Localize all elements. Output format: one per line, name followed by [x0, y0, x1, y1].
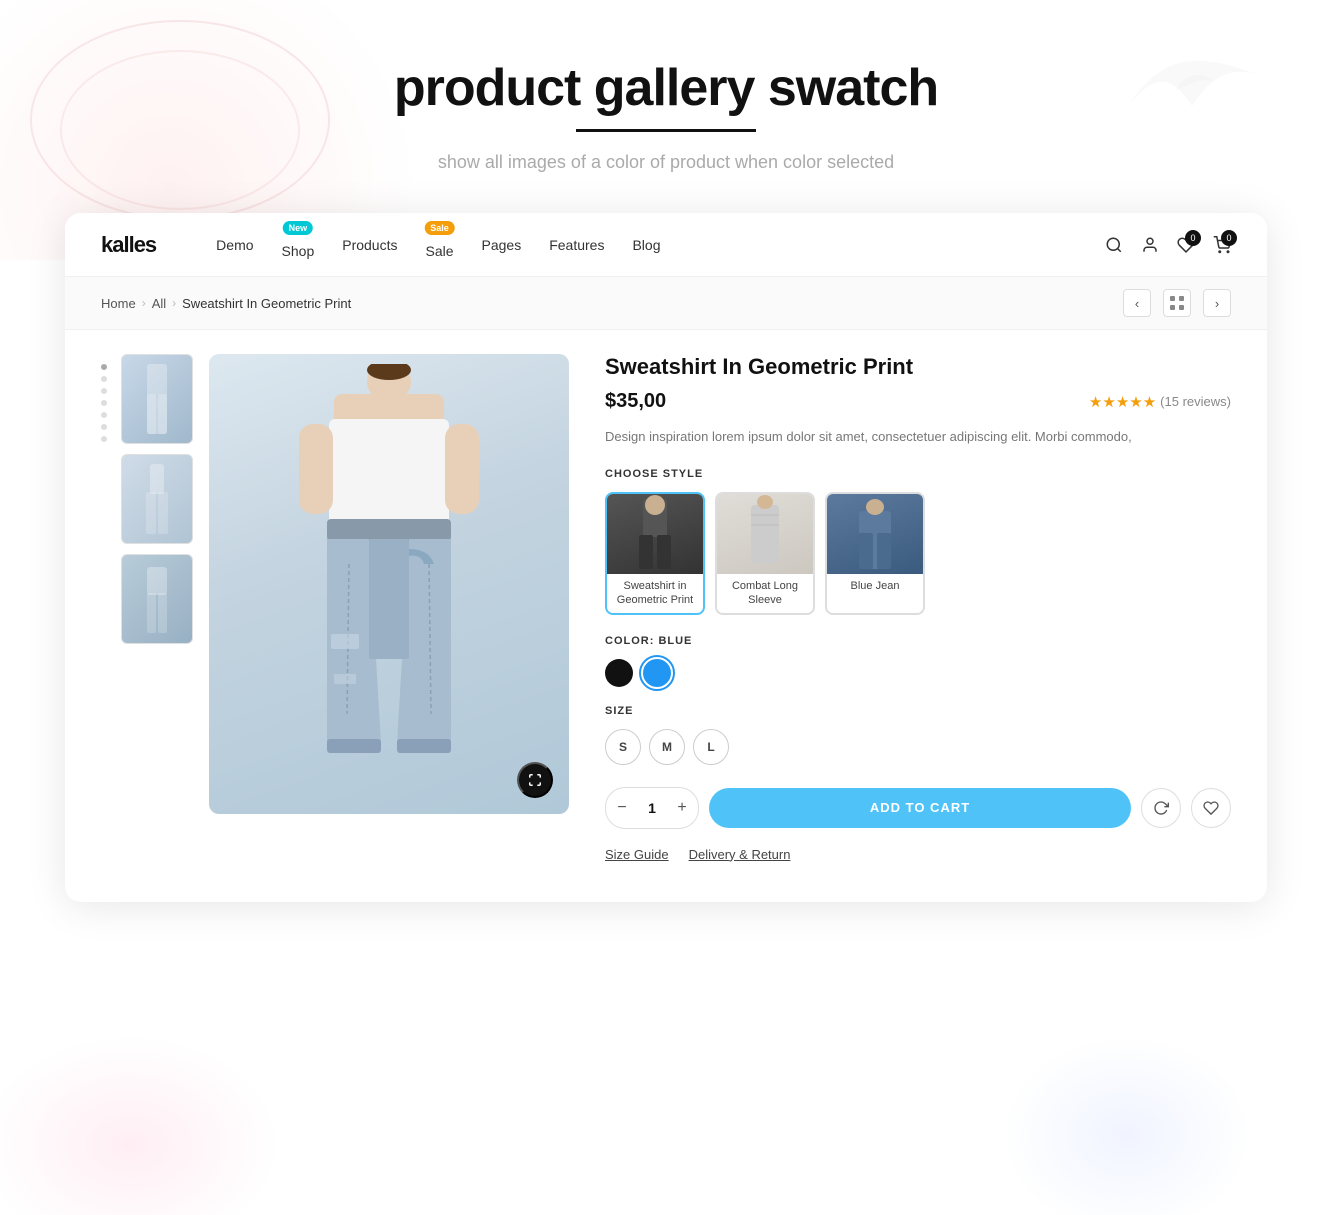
product-info: Sweatshirt In Geometric Print $35,00 ★★★…: [605, 354, 1231, 861]
dot-2: [101, 376, 107, 382]
product-layout: Sweatshirt In Geometric Print $35,00 ★★★…: [65, 330, 1267, 901]
dot-7: [101, 436, 107, 442]
color-swatch-black[interactable]: [605, 659, 633, 687]
nav-icons: 0 0: [1105, 236, 1231, 254]
page-title-underline: [576, 129, 756, 132]
breadcrumb-grid-btn[interactable]: [1163, 289, 1191, 317]
review-count: (15 reviews): [1160, 394, 1231, 409]
style-img-geometric: [607, 494, 703, 574]
size-btn-s[interactable]: S: [605, 729, 641, 765]
product-rating: ★★★★★ (15 reviews): [1089, 393, 1231, 411]
page-title: product gallery swatch: [20, 60, 1312, 117]
wishlist-icon-btn[interactable]: 0: [1177, 236, 1195, 254]
breadcrumb-home[interactable]: Home: [101, 296, 136, 311]
nav-link-demo[interactable]: Demo: [216, 237, 253, 253]
style-label-1: Sweatshirt in Geometric Print: [607, 574, 703, 613]
breadcrumb-all[interactable]: All: [152, 296, 166, 311]
nav-links: Demo New Shop Products Sale Sale Pages F…: [216, 231, 1105, 259]
refresh-btn[interactable]: [1141, 788, 1181, 828]
search-icon-btn[interactable]: [1105, 236, 1123, 254]
product-description: Design inspiration lorem ipsum dolor sit…: [605, 427, 1231, 448]
nav-link-sale[interactable]: Sale Sale: [425, 231, 453, 259]
style-label-2: Combat Long Sleeve: [717, 574, 813, 613]
quantity-increase-btn[interactable]: +: [666, 788, 698, 828]
color-section-label: COLOR: BLUE: [605, 635, 1231, 647]
nav-link-products[interactable]: Products: [342, 237, 397, 253]
nav-badge-new: New: [283, 221, 314, 235]
nav-link-features[interactable]: Features: [549, 237, 604, 253]
breadcrumb-next-btn[interactable]: ›: [1203, 289, 1231, 317]
style-img-combat: [717, 494, 813, 574]
nav-logo[interactable]: kalles: [101, 232, 156, 258]
main-image-wrap: [209, 354, 569, 861]
grid-dot: [1179, 305, 1184, 310]
style-section-label: CHOOSE STYLE: [605, 468, 1231, 480]
cart-row: − 1 + ADD TO CART: [605, 787, 1231, 829]
account-icon-btn[interactable]: [1141, 236, 1159, 254]
store-card: kalles Demo New Shop Products Sale Sale …: [65, 213, 1267, 901]
add-to-cart-btn[interactable]: ADD TO CART: [709, 788, 1131, 828]
cart-count: 0: [1221, 230, 1237, 246]
nav-bar: kalles Demo New Shop Products Sale Sale …: [65, 213, 1267, 277]
grid-dot: [1170, 296, 1175, 301]
breadcrumb-sep-1: ›: [142, 296, 146, 310]
dot-1: [101, 364, 107, 370]
wishlist-btn[interactable]: [1191, 788, 1231, 828]
quantity-control: − 1 +: [605, 787, 699, 829]
size-btn-l[interactable]: L: [693, 729, 729, 765]
style-option-3[interactable]: Blue Jean: [825, 492, 925, 615]
style-img-blue-jean: [827, 494, 923, 574]
left-dots: [101, 354, 107, 861]
quantity-decrease-btn[interactable]: −: [606, 788, 638, 828]
breadcrumb: Home › All › Sweatshirt In Geometric Pri…: [101, 296, 351, 311]
main-product-image: [209, 354, 569, 814]
expand-image-btn[interactable]: [517, 762, 553, 798]
dot-4: [101, 400, 107, 406]
style-label-3: Blue Jean: [827, 574, 923, 598]
breadcrumb-current: Sweatshirt In Geometric Print: [182, 296, 351, 311]
grid-dot: [1179, 296, 1184, 301]
style-option-1[interactable]: Sweatshirt in Geometric Print: [605, 492, 705, 615]
style-option-2[interactable]: Combat Long Sleeve: [715, 492, 815, 615]
cart-icon-btn[interactable]: 0: [1213, 236, 1231, 254]
product-links: Size Guide Delivery & Return: [605, 847, 1231, 862]
bg-bottom-decoration: [0, 1035, 1332, 1215]
nav-badge-sale: Sale: [424, 221, 455, 235]
delivery-return-link[interactable]: Delivery & Return: [689, 847, 791, 862]
page-header: product gallery swatch show all images o…: [0, 0, 1332, 213]
dot-5: [101, 412, 107, 418]
thumbnail-column: [121, 354, 193, 861]
breadcrumb-sep-2: ›: [172, 296, 176, 310]
size-section-label: SIZE: [605, 705, 1231, 717]
grid-dot: [1170, 305, 1175, 310]
quantity-value: 1: [638, 800, 666, 816]
nav-link-shop[interactable]: New Shop: [282, 231, 315, 259]
thumbnail-1[interactable]: [121, 354, 193, 444]
product-price: $35,00: [605, 390, 666, 413]
nav-link-blog[interactable]: Blog: [632, 237, 660, 253]
stars: ★★★★★: [1089, 393, 1156, 411]
thumbnail-2[interactable]: [121, 454, 193, 544]
product-name: Sweatshirt In Geometric Print: [605, 354, 1231, 380]
wishlist-count: 0: [1185, 230, 1201, 246]
style-options: Sweatshirt in Geometric Print Combat Lon…: [605, 492, 1231, 615]
jeans-figure: [209, 354, 569, 814]
color-swatch-blue[interactable]: [643, 659, 671, 687]
size-btn-m[interactable]: M: [649, 729, 685, 765]
color-options: [605, 659, 1231, 687]
size-options: S M L: [605, 729, 1231, 765]
breadcrumb-navigation: ‹ ›: [1123, 289, 1231, 317]
dot-6: [101, 424, 107, 430]
breadcrumb-bar: Home › All › Sweatshirt In Geometric Pri…: [65, 277, 1267, 330]
size-guide-link[interactable]: Size Guide: [605, 847, 669, 862]
thumbnail-3[interactable]: [121, 554, 193, 644]
page-subtitle: show all images of a color of product wh…: [20, 152, 1312, 173]
dot-3: [101, 388, 107, 394]
nav-link-pages[interactable]: Pages: [482, 237, 522, 253]
breadcrumb-prev-btn[interactable]: ‹: [1123, 289, 1151, 317]
product-price-row: $35,00 ★★★★★ (15 reviews): [605, 390, 1231, 413]
